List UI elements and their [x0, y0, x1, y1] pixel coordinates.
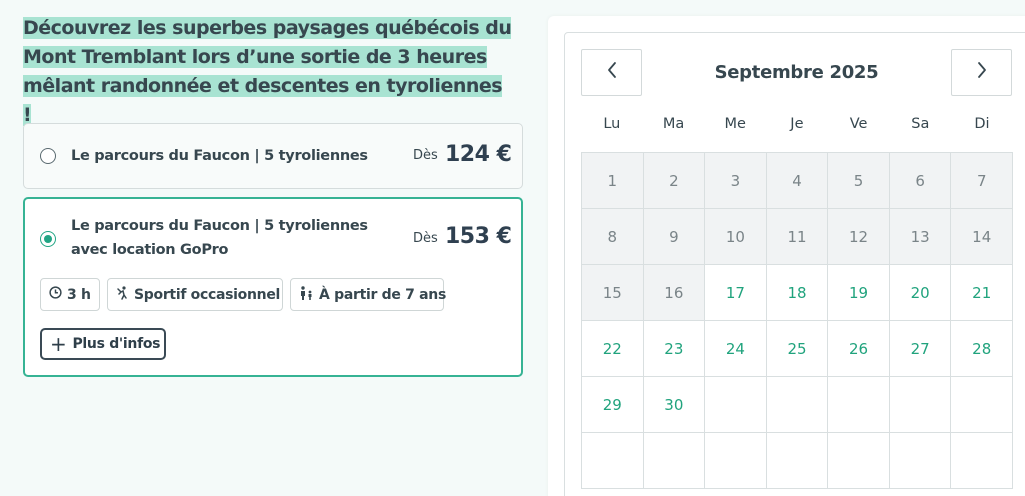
- previous-month-button[interactable]: [581, 49, 642, 96]
- option-radio[interactable]: [40, 148, 56, 164]
- calendar-day-past: 8: [582, 209, 644, 265]
- weekday-label: Di: [974, 116, 990, 132]
- calendar-day-grid: 1 2 3 4 5 6 7 8 9 10 11 12 13 14 15 16 17 18 19 20 21 22 23 24 2…: [581, 152, 1013, 489]
- calendar-day-empty: [889, 377, 952, 433]
- calendar-day-past: 3: [705, 153, 767, 209]
- calendar-day-empty: [643, 433, 706, 489]
- calendar-day-empty: [582, 433, 644, 489]
- plus-icon: +: [50, 332, 67, 356]
- family-icon: [299, 285, 314, 304]
- option-price: 124 €: [445, 142, 512, 167]
- option-name: Le parcours du Faucon | 5 tyroliennes: [71, 148, 368, 164]
- calendar-day-available[interactable]: 21: [951, 265, 1013, 321]
- tag-label: 3 h: [67, 286, 91, 303]
- option-price: 153 €: [445, 224, 512, 249]
- weekday-header: Lu Ma Me Je Ve Sa Di: [581, 116, 1013, 132]
- option-radio-selected[interactable]: [40, 231, 56, 247]
- calendar-day-available[interactable]: 30: [643, 377, 706, 433]
- intro-text: Découvrez les superbes paysages québécoi…: [23, 17, 512, 126]
- chevron-left-icon: [606, 60, 618, 85]
- weekday-label: Ma: [662, 116, 685, 132]
- calendar-day-available[interactable]: 25: [766, 321, 829, 377]
- level-tag: Sportif occasionnel: [107, 278, 283, 311]
- option-name: Le parcours du Faucon | 5 tyroliennes av…: [71, 218, 368, 258]
- calendar-day-available[interactable]: 27: [889, 321, 952, 377]
- calendar-day-empty: [889, 433, 952, 489]
- calendar-day-available[interactable]: 17: [705, 265, 767, 321]
- athlete-icon: [116, 285, 129, 304]
- calendar-day-available[interactable]: 26: [828, 321, 890, 377]
- calendar-day-available[interactable]: 22: [582, 321, 644, 377]
- tag-label: Sportif occasionnel: [134, 286, 281, 303]
- calendar-day-past: 7: [951, 153, 1013, 209]
- price-prefix: Dès: [413, 148, 438, 163]
- weekday-label: Lu: [603, 116, 621, 132]
- weekday-label: Sa: [911, 116, 930, 132]
- option-faucon-gopro[interactable]: Le parcours du Faucon | 5 tyroliennes av…: [23, 197, 523, 377]
- calendar-day-past: 12: [828, 209, 890, 265]
- calendar-day-past: 13: [889, 209, 952, 265]
- more-info-button[interactable]: + Plus d'infos: [40, 328, 166, 360]
- calendar-day-available[interactable]: 19: [828, 265, 890, 321]
- calendar-day-past: 11: [766, 209, 829, 265]
- calendar-day-past: 9: [643, 209, 706, 265]
- weekday-label: Me: [724, 116, 746, 132]
- calendar-day-past: 10: [705, 209, 767, 265]
- month-title: Septembre 2025: [714, 62, 879, 83]
- chevron-right-icon: [976, 60, 988, 85]
- next-month-button[interactable]: [951, 49, 1012, 96]
- calendar-day-past: 5: [828, 153, 890, 209]
- calendar-day-empty: [951, 433, 1013, 489]
- calendar-day-empty: [766, 377, 829, 433]
- calendar-day-available[interactable]: 28: [951, 321, 1013, 377]
- calendar-day-empty: [705, 433, 767, 489]
- calendar-day-available[interactable]: 20: [889, 265, 952, 321]
- calendar-day-past: 6: [889, 153, 952, 209]
- calendar-day-past: 1: [582, 153, 644, 209]
- calendar-day-past: 15: [582, 265, 644, 321]
- calendar-day-available[interactable]: 23: [643, 321, 706, 377]
- activity-options-column: Découvrez les superbes paysages québécoi…: [23, 14, 523, 377]
- tag-label: À partir de 7 ans: [319, 286, 447, 303]
- calendar-day-available[interactable]: 18: [766, 265, 829, 321]
- calendar-day-available[interactable]: 29: [582, 377, 644, 433]
- weekday-label: Ve: [849, 116, 868, 132]
- calendar-day-past: 2: [643, 153, 706, 209]
- calendar-day-empty: [766, 433, 829, 489]
- option-faucon-5-tyroliennes[interactable]: Le parcours du Faucon | 5 tyroliennes Dè…: [23, 123, 523, 189]
- calendar-day-empty: [705, 377, 767, 433]
- duration-tag: 3 h: [40, 278, 100, 311]
- calendar-day-past: 14: [951, 209, 1013, 265]
- weekday-label: Je: [790, 116, 804, 132]
- calendar-day-past: 4: [766, 153, 829, 209]
- price-prefix: Dès: [413, 231, 438, 246]
- calendar-day-past: 16: [643, 265, 706, 321]
- calendar-day-available[interactable]: 24: [705, 321, 767, 377]
- age-tag: À partir de 7 ans: [290, 278, 447, 311]
- clock-icon: [49, 286, 62, 303]
- more-info-label: Plus d'infos: [72, 336, 161, 352]
- calendar-day-empty: [828, 377, 890, 433]
- calendar-day-empty: [828, 433, 890, 489]
- calendar-day-empty: [951, 377, 1013, 433]
